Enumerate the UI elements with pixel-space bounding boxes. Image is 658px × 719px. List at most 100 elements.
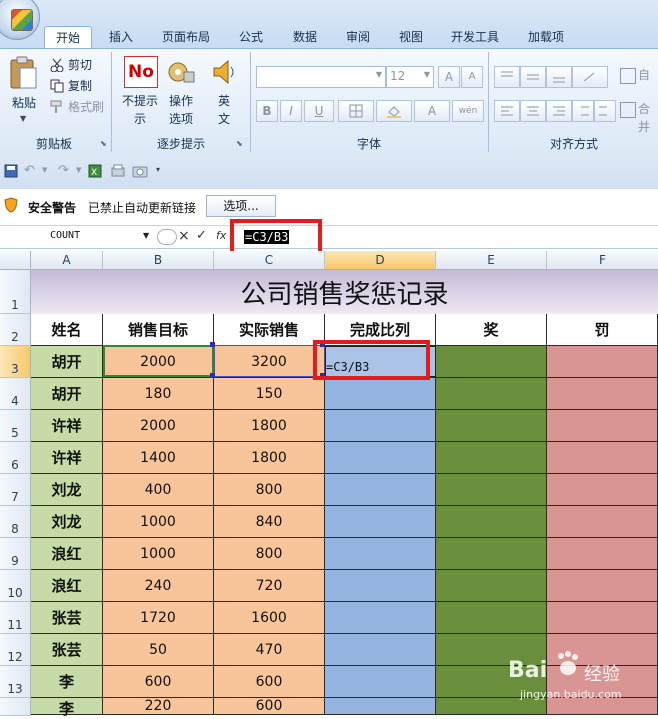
print-preview-icon[interactable] [110,164,126,181]
target-cell[interactable]: 1400 [103,442,214,474]
name-cell[interactable]: 张芸 [31,602,103,634]
tab-developer[interactable]: 开发工具 [443,26,507,48]
name-cell[interactable]: 胡开 [31,378,103,410]
decrease-indent-button[interactable] [572,100,594,122]
undo-dropdown-icon[interactable]: ▼ [42,166,47,174]
name-cell[interactable]: 刘龙 [31,506,103,538]
increase-indent-button[interactable] [594,100,616,122]
name-cell[interactable]: 张芸 [31,634,103,666]
row-header-9[interactable]: 9 [0,538,31,570]
align-bottom-button[interactable] [546,66,572,88]
row-header-12[interactable]: 12 [0,634,31,666]
target-cell[interactable]: 50 [103,634,214,666]
name-cell[interactable]: 李 [31,698,103,718]
header-cell-name[interactable]: 姓名 [31,314,103,346]
bold-button[interactable]: B [256,100,278,122]
actual-cell[interactable]: 800 [214,538,325,570]
tab-data[interactable]: 数据 [284,26,326,48]
target-cell[interactable]: 2000 [103,410,214,442]
column-header-c[interactable]: C [214,251,325,270]
reward-cell[interactable] [436,538,547,570]
tab-page-layout[interactable]: 页面布局 [154,26,218,48]
insert-function-button[interactable]: fx [216,229,226,242]
select-all-corner[interactable] [0,251,31,270]
font-color-button[interactable]: A [414,100,450,122]
ratio-cell[interactable] [325,410,436,442]
redo-dropdown-icon[interactable]: ▼ [76,166,81,174]
save-icon[interactable] [4,164,18,181]
row-header-2[interactable]: 2 [0,314,31,346]
tab-add-ins[interactable]: 加载项 [520,26,572,48]
font-name-dropdown-icon[interactable]: ▼ [376,70,382,79]
actual-cell[interactable]: 150 [214,378,325,410]
wrap-text-button[interactable]: 自 [638,66,650,84]
penalty-cell[interactable] [547,474,658,506]
ratio-cell[interactable] [325,378,436,410]
row-header-4[interactable]: 4 [0,378,31,410]
ratio-cell[interactable] [325,474,436,506]
row-header-13[interactable]: 13 [0,666,31,698]
font-size-combo[interactable]: 12 ▼ [386,66,434,88]
undo-icon[interactable]: ↶ [24,163,35,178]
row-header-14[interactable] [0,698,31,716]
penalty-cell[interactable] [547,570,658,602]
column-header-f[interactable]: F [547,251,658,270]
ratio-cell[interactable] [325,698,436,715]
header-cell-penalty[interactable]: 罚 [547,314,658,346]
name-box-dropdown-icon[interactable]: ▼ [143,231,149,240]
name-cell[interactable]: 浪红 [31,538,103,570]
operation-options-button[interactable]: 操作 [163,92,199,110]
row-header-8[interactable]: 8 [0,506,31,538]
target-cell[interactable]: 220 [103,698,214,715]
penalty-cell[interactable] [547,506,658,538]
step-prompt-launcher-icon[interactable]: ⬊ [236,139,243,148]
align-middle-button[interactable] [520,66,546,88]
penalty-cell[interactable] [547,442,658,474]
actual-cell[interactable]: 800 [214,474,325,506]
penalty-cell[interactable] [547,378,658,410]
reward-cell[interactable] [436,346,547,378]
range-handle[interactable] [210,373,215,378]
row-header-11[interactable]: 11 [0,602,31,634]
tab-view[interactable]: 视图 [390,26,432,48]
reward-cell[interactable] [436,474,547,506]
target-cell[interactable]: 240 [103,570,214,602]
target-cell[interactable]: 180 [103,378,214,410]
row-header-10[interactable]: 10 [0,570,31,602]
actual-cell[interactable]: 1800 [214,410,325,442]
row-header-1[interactable]: 1 [0,270,31,314]
column-header-d[interactable]: D [325,251,436,270]
name-box[interactable]: COUNT [50,230,80,241]
paste-dropdown-icon[interactable]: ▼ [20,114,26,123]
camera-icon[interactable] [132,164,148,181]
name-cell[interactable]: 浪红 [31,570,103,602]
column-header-b[interactable]: B [103,251,214,270]
actual-cell[interactable]: 840 [214,506,325,538]
reward-cell[interactable] [436,570,547,602]
name-cell[interactable]: 许祥 [31,410,103,442]
tab-home[interactable]: 开始 [44,26,92,50]
tab-review[interactable]: 审阅 [337,26,379,48]
tab-formulas[interactable]: 公式 [230,26,272,48]
actual-cell[interactable]: 1800 [214,442,325,474]
customize-qat-icon[interactable]: ▾ [156,165,160,174]
name-cell[interactable]: 刘龙 [31,474,103,506]
tab-insert[interactable]: 插入 [99,26,143,48]
name-cell[interactable]: 胡开 [31,346,103,378]
range-handle[interactable] [210,342,215,347]
row-header-3[interactable]: 3 [0,346,31,378]
no-prompt-button[interactable]: 不提示 [122,92,158,110]
header-cell-target[interactable]: 销售目标 [103,314,214,346]
target-cell[interactable]: 1720 [103,602,214,634]
italic-button[interactable]: I [280,100,302,122]
penalty-cell[interactable] [547,346,658,378]
cancel-icon[interactable]: × [178,228,190,244]
redo-icon[interactable]: ↷ [58,163,69,178]
ratio-cell[interactable] [325,506,436,538]
target-cell[interactable]: 1000 [103,506,214,538]
borders-button[interactable] [338,100,374,122]
grow-font-button[interactable]: A [438,66,460,88]
align-center-button[interactable] [520,100,546,122]
name-cell[interactable]: 许祥 [31,442,103,474]
reward-cell[interactable] [436,506,547,538]
